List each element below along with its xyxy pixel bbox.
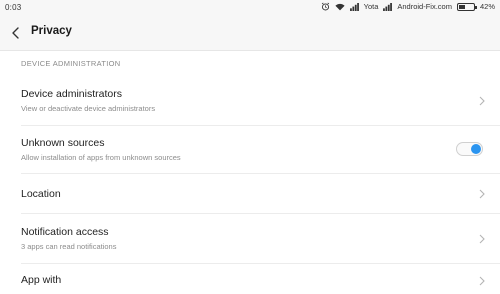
alarm-icon xyxy=(321,2,330,11)
item-title: Notification access xyxy=(21,226,109,238)
toggle-knob xyxy=(471,144,481,154)
item-subtitle: 3 apps can read notifications xyxy=(21,242,117,251)
chevron-right-icon xyxy=(479,234,485,244)
carrier-label: Yota xyxy=(363,2,379,11)
page-title: Privacy xyxy=(31,25,72,37)
chevron-left-icon xyxy=(12,27,19,39)
site-label: Android-Fix.com xyxy=(397,2,452,11)
status-time: 0:03 xyxy=(5,3,22,12)
settings-item-notification-access[interactable]: Notification access 3 apps can read noti… xyxy=(0,214,500,264)
chevron-right-icon xyxy=(479,189,485,199)
settings-item-app-usage[interactable]: App with xyxy=(0,264,500,294)
settings-item-location[interactable]: Location xyxy=(0,174,500,214)
chevron-right-icon xyxy=(479,96,485,106)
unknown-sources-toggle[interactable] xyxy=(456,142,483,156)
section-header: DEVICE ADMINISTRATION xyxy=(21,59,121,68)
item-title: App with xyxy=(21,274,62,286)
signal-icon-2 xyxy=(383,2,393,11)
item-title: Location xyxy=(21,188,61,200)
item-title: Device administrators xyxy=(21,88,122,100)
settings-item-unknown-sources[interactable]: Unknown sources Allow installation of ap… xyxy=(0,126,500,174)
item-subtitle: Allow installation of apps from unknown … xyxy=(21,153,181,162)
chevron-right-icon xyxy=(479,276,485,286)
signal-icon xyxy=(349,2,359,11)
status-icons: Yota Android-Fix.com 42% xyxy=(321,2,495,11)
wifi-icon xyxy=(335,3,345,11)
title-bar: Privacy xyxy=(0,16,500,51)
back-button[interactable] xyxy=(8,25,24,41)
status-bar: 0:03 Yota Android-Fix.com 42% xyxy=(0,0,500,16)
battery-percent: 42% xyxy=(479,2,495,11)
item-title: Unknown sources xyxy=(21,137,105,149)
settings-item-device-administrators[interactable]: Device administrators View or deactivate… xyxy=(0,76,500,126)
item-subtitle: View or deactivate device administrators xyxy=(21,104,156,113)
battery-fill xyxy=(458,4,465,9)
battery-icon xyxy=(456,2,477,11)
